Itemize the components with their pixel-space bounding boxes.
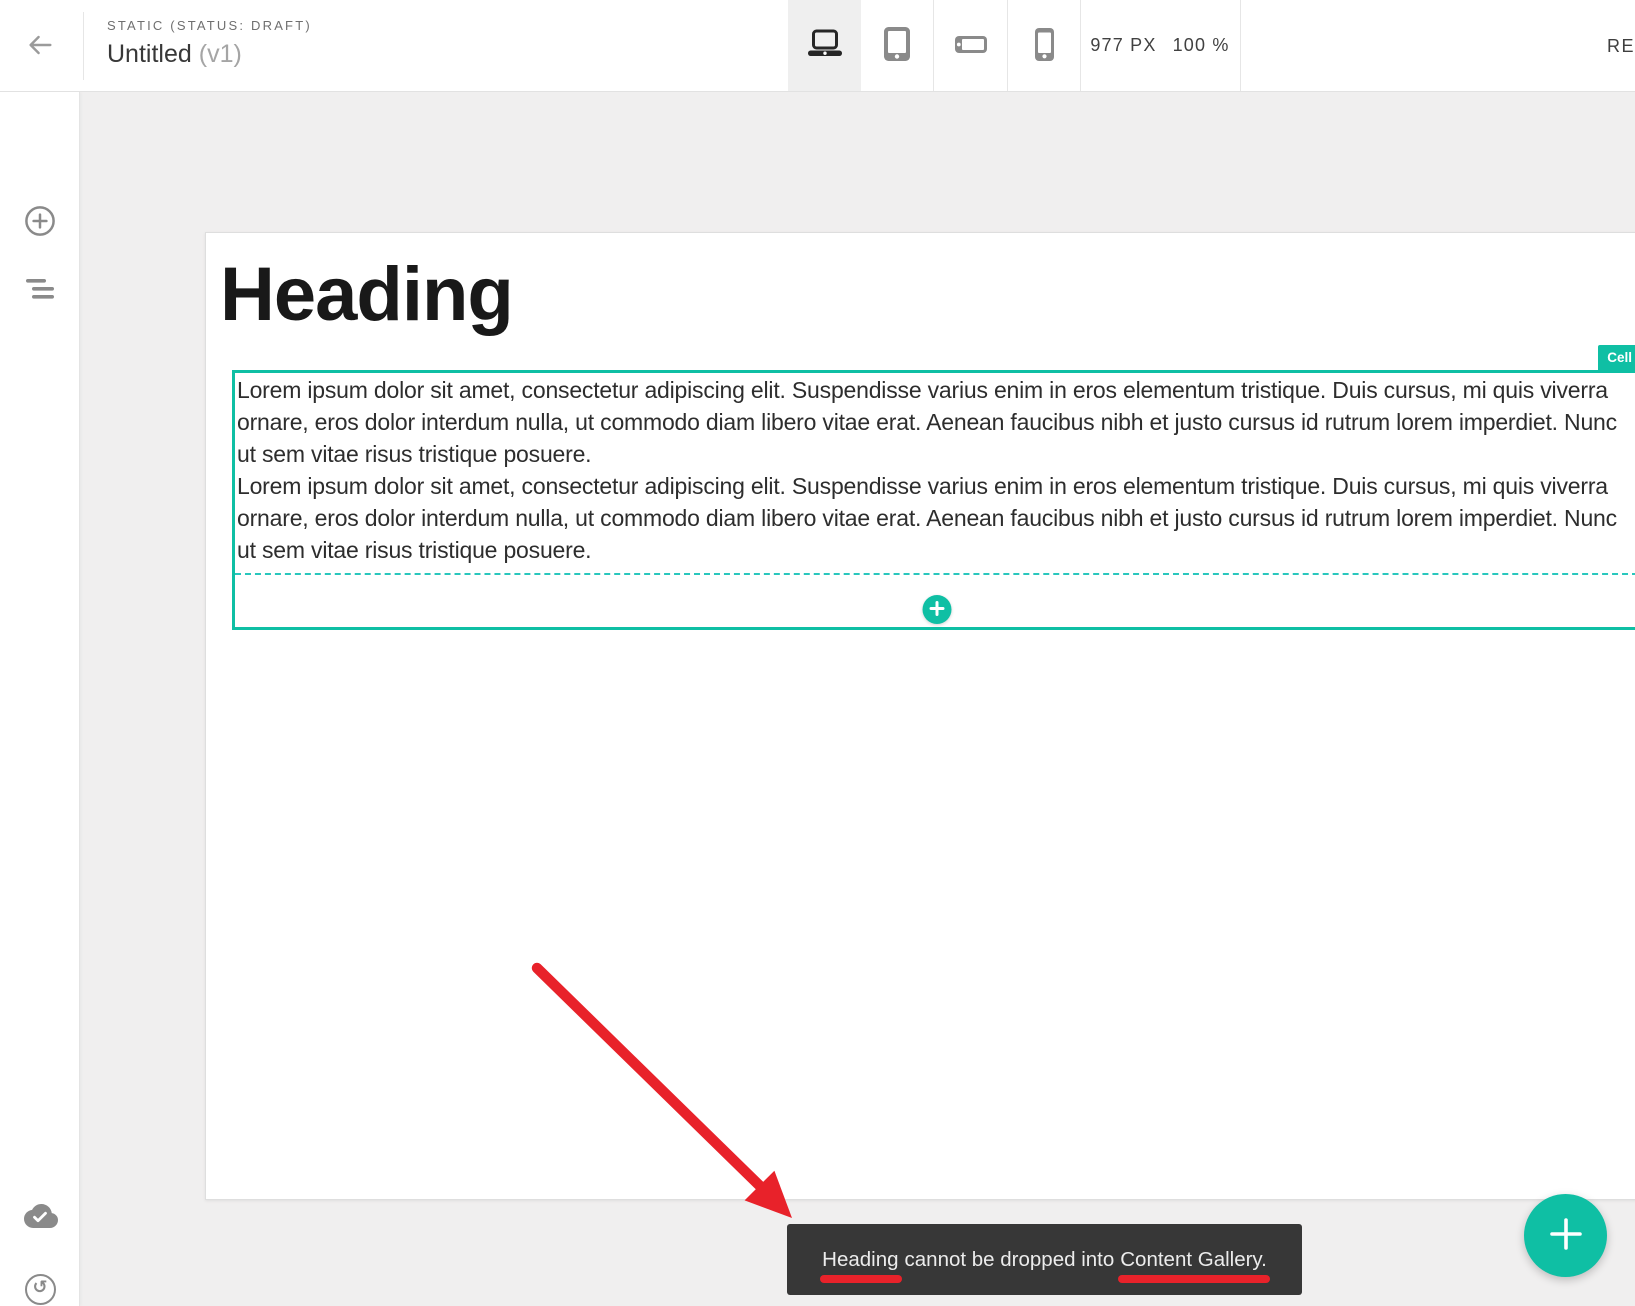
- device-mobile-landscape-button[interactable]: [934, 0, 1007, 91]
- add-component-button[interactable]: [0, 194, 80, 250]
- undo-icon: ↺: [25, 1274, 56, 1305]
- viewport-width-value: 977 PX: [1090, 35, 1156, 56]
- add-content-button[interactable]: [922, 595, 951, 624]
- device-mobile-portrait-button[interactable]: [1008, 0, 1080, 91]
- cloud-saved-icon: [0, 1187, 80, 1243]
- outline-list-icon: [23, 278, 57, 303]
- laptop-icon: [806, 29, 844, 62]
- back-button[interactable]: [20, 28, 60, 64]
- editor-canvas: Heading Cell Lorem ipsum dolor sit amet,…: [80, 92, 1635, 1306]
- document-title-block: STATIC (STATUS: DRAFT) Untitled(v1): [107, 18, 312, 69]
- toolbar-divider: [83, 12, 84, 80]
- plus-icon: [929, 601, 944, 619]
- clipped-toolbar-action[interactable]: RET: [1607, 36, 1635, 57]
- tooltip-message: cannot be dropped into: [905, 1248, 1115, 1272]
- drop-target-indicator: [235, 573, 1635, 575]
- outline-tree-button[interactable]: [0, 262, 80, 318]
- page-preview: Heading Cell Lorem ipsum dolor sit amet,…: [205, 232, 1635, 1200]
- zoom-level-value: 100 %: [1173, 35, 1230, 56]
- mobile-landscape-icon: [955, 36, 987, 56]
- add-circle-icon: [23, 204, 57, 241]
- tablet-portrait-icon: [884, 27, 910, 64]
- text-component[interactable]: Lorem ipsum dolor sit amet, consectetur …: [237, 470, 1635, 566]
- undo-button[interactable]: ↺: [0, 1261, 80, 1306]
- drop-error-tooltip: Heading cannot be dropped into Content G…: [787, 1224, 1302, 1295]
- device-tablet-button[interactable]: [861, 0, 933, 91]
- editor-screen: STATIC (STATUS: DRAFT) Untitled(v1): [0, 0, 1635, 1306]
- page-version: (v1): [199, 40, 242, 68]
- selected-cell-component[interactable]: Cell Lorem ipsum dolor sit amet, consect…: [232, 370, 1635, 630]
- toolbar-divider: [1240, 0, 1241, 91]
- text-component[interactable]: Lorem ipsum dolor sit amet, consectetur …: [237, 374, 1635, 470]
- back-arrow-icon: [25, 30, 55, 63]
- left-sidebar: ↺ ↻: [0, 92, 80, 1306]
- page-title: Untitled: [107, 40, 192, 68]
- status-label: STATIC (STATUS: DRAFT): [107, 18, 312, 33]
- device-desktop-button[interactable]: [788, 0, 861, 91]
- tooltip-target: Content Gallery.: [1120, 1248, 1267, 1272]
- heading-component[interactable]: Heading: [220, 255, 513, 335]
- viewport-size-label: 977 PX 100 %: [1080, 0, 1240, 91]
- tooltip-subject: Heading: [822, 1248, 898, 1272]
- mobile-portrait-icon: [1035, 28, 1054, 64]
- cell-badge: Cell: [1598, 345, 1635, 370]
- top-toolbar: STATIC (STATUS: DRAFT) Untitled(v1): [0, 0, 1635, 92]
- plus-icon: [1549, 1217, 1583, 1254]
- add-component-fab[interactable]: [1524, 1194, 1607, 1277]
